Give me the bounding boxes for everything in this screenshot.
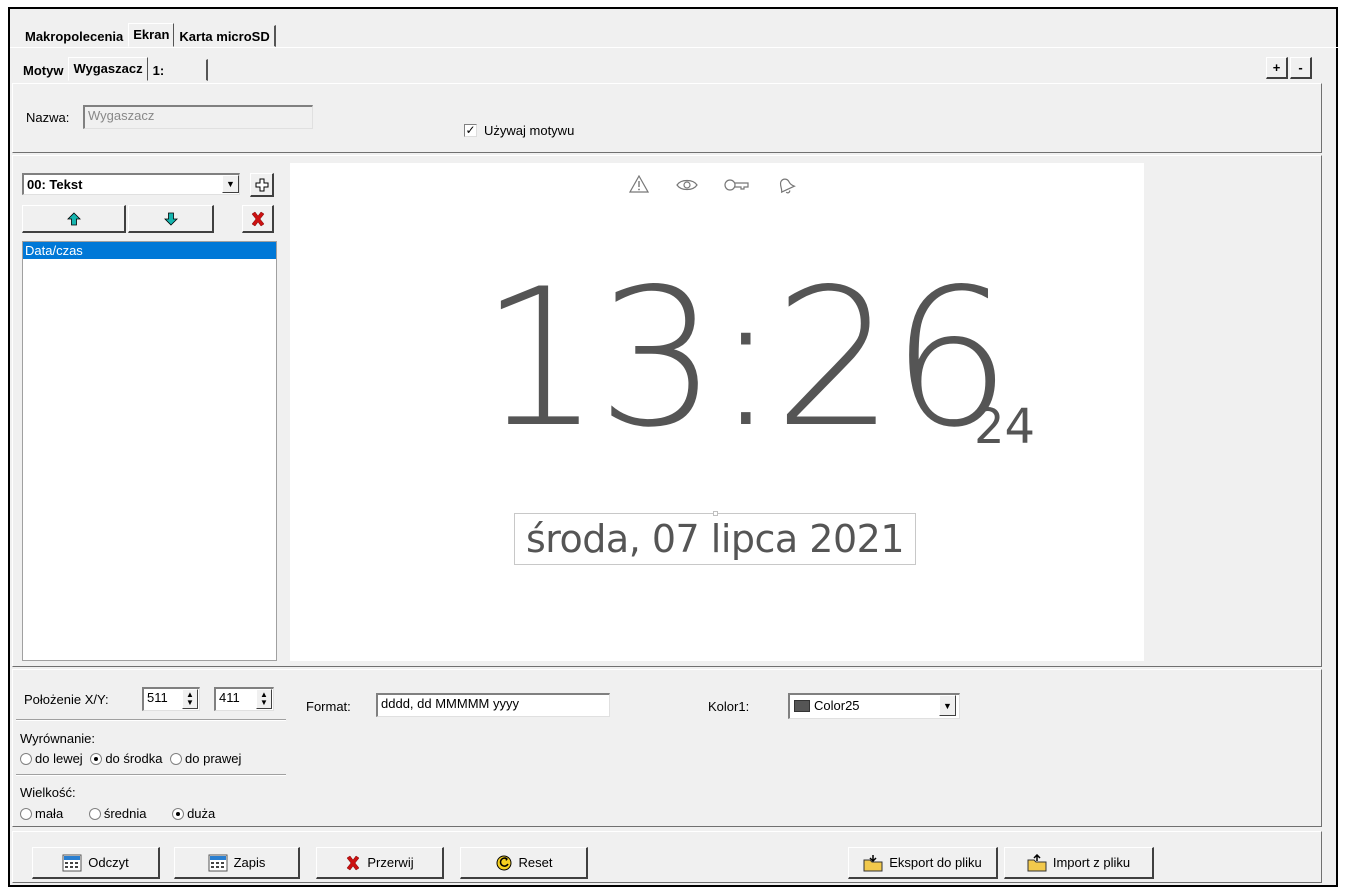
alignment-label: Wyrównanie: bbox=[20, 731, 96, 746]
delete-element-button[interactable] bbox=[242, 205, 274, 233]
add-tab-button[interactable]: + bbox=[1266, 57, 1288, 79]
reset-icon bbox=[496, 855, 512, 870]
color-label: Kolor1: bbox=[708, 699, 750, 714]
chevron-down-icon[interactable]: ▼ bbox=[939, 695, 956, 716]
size-large-radio[interactable]: duża bbox=[172, 806, 215, 821]
position-x-spinner[interactable]: ▲ ▼ bbox=[182, 689, 198, 709]
write-button-label: Zapis bbox=[233, 855, 266, 870]
export-button[interactable]: Eksport do pliku bbox=[848, 847, 998, 879]
divider bbox=[16, 774, 286, 776]
reset-button[interactable]: Reset bbox=[460, 847, 588, 879]
write-button[interactable]: Zapis bbox=[174, 847, 300, 879]
size-medium-radio[interactable]: średnia bbox=[88, 806, 146, 821]
delete-x-icon bbox=[347, 855, 360, 870]
add-element-button[interactable] bbox=[250, 173, 274, 197]
seconds-display: 24 bbox=[974, 399, 1036, 455]
tab-motyw[interactable]: Motyw bbox=[18, 59, 68, 81]
element-type-select[interactable]: 00: Tekst bbox=[22, 173, 240, 195]
size-small-radio[interactable]: mała bbox=[20, 806, 63, 821]
arrow-up-icon bbox=[66, 211, 81, 225]
tab-slot-1[interactable]: 1: bbox=[148, 59, 208, 81]
time-display: 13:26 bbox=[480, 248, 1012, 469]
format-label: Format: bbox=[306, 699, 351, 714]
selected-element-frame[interactable]: środa, 07 lipca 2021 bbox=[514, 511, 916, 565]
tab-karta-microsd[interactable]: Karta microSD bbox=[174, 25, 276, 47]
element-list[interactable]: Data/czas bbox=[22, 241, 277, 661]
application-window: Makropolecenia Ekran Karta microSD Motyw… bbox=[8, 7, 1340, 887]
tab-divider bbox=[10, 47, 1340, 48]
remove-tab-button[interactable]: - bbox=[1290, 57, 1312, 79]
tab-wygaszacz[interactable]: Wygaszacz bbox=[68, 57, 148, 81]
sub-tab-bar: Motyw Wygaszacz 1: bbox=[16, 57, 208, 81]
use-theme-label: Używaj motywu bbox=[484, 123, 575, 138]
warning-icon bbox=[629, 175, 649, 193]
format-field[interactable]: dddd, dd MMMMM yyyy bbox=[376, 693, 610, 717]
tab-ekran[interactable]: Ekran bbox=[128, 23, 175, 47]
plus-icon bbox=[255, 178, 268, 191]
screen-preview[interactable]: 13:26 24 środa, 07 lipca 2021 bbox=[290, 163, 1144, 661]
calculator-icon bbox=[208, 854, 228, 871]
reset-button-label: Reset bbox=[518, 855, 553, 870]
key-icon bbox=[724, 179, 749, 191]
list-item[interactable]: Data/czas bbox=[23, 242, 276, 259]
color-swatch bbox=[794, 700, 810, 712]
folder-import-icon bbox=[1027, 853, 1047, 871]
move-up-button[interactable] bbox=[22, 205, 126, 233]
import-button-label: Import z pliku bbox=[1052, 855, 1131, 870]
size-label: Wielkość: bbox=[20, 785, 76, 800]
align-center-radio[interactable]: do środka bbox=[90, 751, 162, 766]
read-button[interactable]: Odczyt bbox=[32, 847, 160, 879]
tab-makropolecenia[interactable]: Makropolecenia bbox=[20, 25, 128, 47]
size-group: mała średnia duża bbox=[20, 806, 215, 821]
arrow-down-icon bbox=[163, 212, 178, 226]
name-label: Nazwa: bbox=[26, 110, 70, 125]
calculator-icon bbox=[62, 854, 82, 871]
bell-icon bbox=[779, 178, 796, 194]
alignment-group: do lewej do środka do prawej bbox=[20, 751, 241, 766]
align-right-radio[interactable]: do prawej bbox=[170, 751, 241, 766]
folder-export-icon bbox=[863, 854, 883, 871]
move-down-button[interactable] bbox=[128, 205, 214, 233]
color-select[interactable]: Color25 bbox=[788, 693, 960, 719]
position-y-spinner[interactable]: ▲ ▼ bbox=[256, 689, 272, 709]
eye-icon bbox=[676, 179, 698, 191]
main-tab-bar: Makropolecenia Ekran Karta microSD bbox=[16, 23, 276, 47]
align-left-radio[interactable]: do lewej bbox=[20, 751, 83, 766]
name-field[interactable]: Wygaszacz bbox=[83, 105, 313, 129]
use-theme-checkbox[interactable]: ✓ bbox=[464, 124, 477, 137]
date-display: środa, 07 lipca 2021 bbox=[525, 517, 905, 561]
abort-button[interactable]: Przerwij bbox=[316, 847, 444, 879]
properties-panel bbox=[12, 669, 1322, 827]
chevron-down-icon[interactable]: ▼ bbox=[222, 175, 239, 193]
delete-x-icon bbox=[251, 211, 264, 226]
divider bbox=[16, 719, 286, 721]
read-button-label: Odczyt bbox=[88, 855, 129, 870]
position-label: Położenie X/Y: bbox=[24, 692, 109, 707]
drag-handle[interactable] bbox=[713, 511, 718, 516]
import-button[interactable]: Import z pliku bbox=[1004, 847, 1154, 879]
export-button-label: Eksport do pliku bbox=[889, 855, 982, 870]
abort-button-label: Przerwij bbox=[367, 855, 414, 870]
